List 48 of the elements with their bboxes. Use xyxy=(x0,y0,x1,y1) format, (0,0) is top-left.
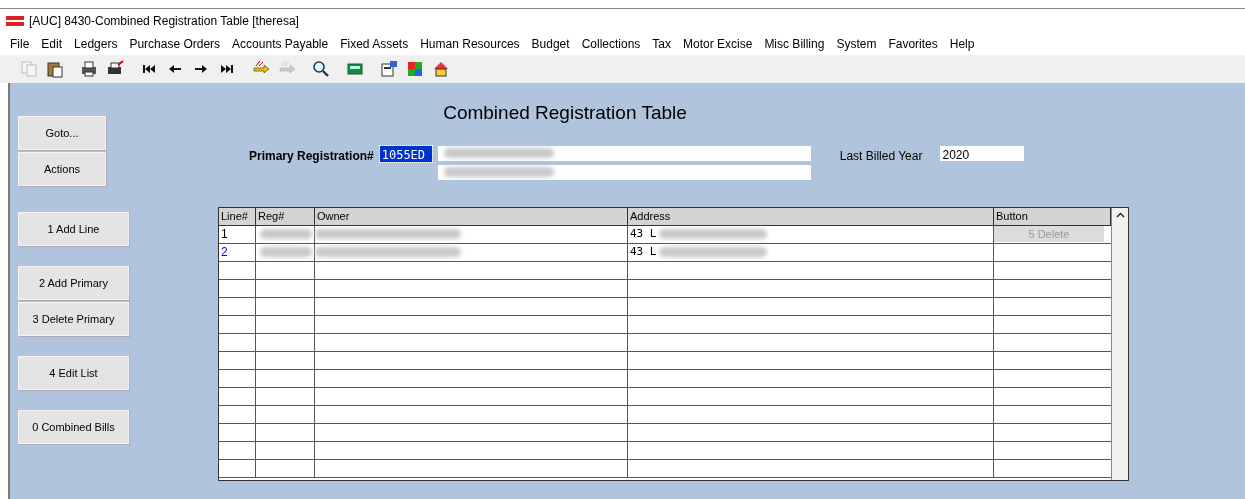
address-field[interactable] xyxy=(437,164,811,180)
printer-icon[interactable] xyxy=(80,60,98,78)
app-logo-icon xyxy=(6,16,24,26)
menu-item[interactable]: Budget xyxy=(531,35,570,53)
side-button[interactable]: 4 Edit List xyxy=(18,356,129,390)
column-header: Line# xyxy=(219,207,256,225)
redacted-text xyxy=(260,247,312,257)
year-field[interactable]: 2020 xyxy=(940,145,1025,161)
search-icon[interactable] xyxy=(312,60,330,78)
side-button[interactable]: 0 Combined Bills xyxy=(18,410,129,444)
owner-field[interactable] xyxy=(437,145,811,161)
table-cell: 1 xyxy=(219,225,256,243)
registration-field[interactable]: 1055ED xyxy=(379,145,432,162)
table-cell: 2 xyxy=(219,243,256,261)
menu-item[interactable]: Help xyxy=(949,35,975,53)
menu-item[interactable]: Motor Excise xyxy=(683,35,753,53)
menu-item[interactable]: Tax xyxy=(652,35,671,53)
side-button[interactable]: Goto... xyxy=(18,116,106,150)
window-title: [AUC] 8430-Combined Registration Table [theresa] xyxy=(29,13,299,30)
table-cell-text: 43 L xyxy=(630,225,657,242)
table-cell-text: 43 L xyxy=(630,243,657,260)
menu-item[interactable]: File xyxy=(10,35,30,53)
scrollbar[interactable] xyxy=(1111,207,1128,480)
properties-icon[interactable] xyxy=(380,60,398,78)
colored-squares-icon[interactable] xyxy=(406,60,424,78)
menu-item[interactable]: Fixed Assets xyxy=(340,35,409,53)
field-label: Primary Registration# xyxy=(249,147,374,165)
page-heading: Combined Registration Table xyxy=(442,101,688,125)
side-button[interactable]: 3 Delete Primary xyxy=(18,302,129,336)
side-button[interactable]: 2 Add Primary xyxy=(18,266,129,300)
redacted-text xyxy=(260,229,312,239)
menu-item[interactable]: Purchase Orders xyxy=(129,35,221,53)
column-header: Address xyxy=(628,207,994,225)
menu-item[interactable]: System xyxy=(836,35,877,53)
menu-item[interactable]: Human Resources xyxy=(420,35,520,53)
menu-item[interactable]: Ledgers xyxy=(74,35,118,53)
menu-item[interactable]: Misc Billing xyxy=(764,35,825,53)
side-button[interactable]: Actions xyxy=(18,152,106,186)
field-label: Last Billed Year xyxy=(839,147,923,165)
menu-item[interactable]: Favorites xyxy=(888,35,938,53)
menu-item[interactable]: Accounts Payable xyxy=(232,35,329,53)
menu-item[interactable]: Collections xyxy=(581,35,641,53)
clipboard-icon[interactable] xyxy=(46,60,64,78)
column-header: Owner xyxy=(315,207,628,225)
column-header: Reg# xyxy=(256,207,315,225)
house-icon[interactable] xyxy=(432,60,450,78)
menu-item[interactable]: Edit xyxy=(41,35,63,53)
side-button[interactable]: 1 Add Line xyxy=(18,212,129,246)
